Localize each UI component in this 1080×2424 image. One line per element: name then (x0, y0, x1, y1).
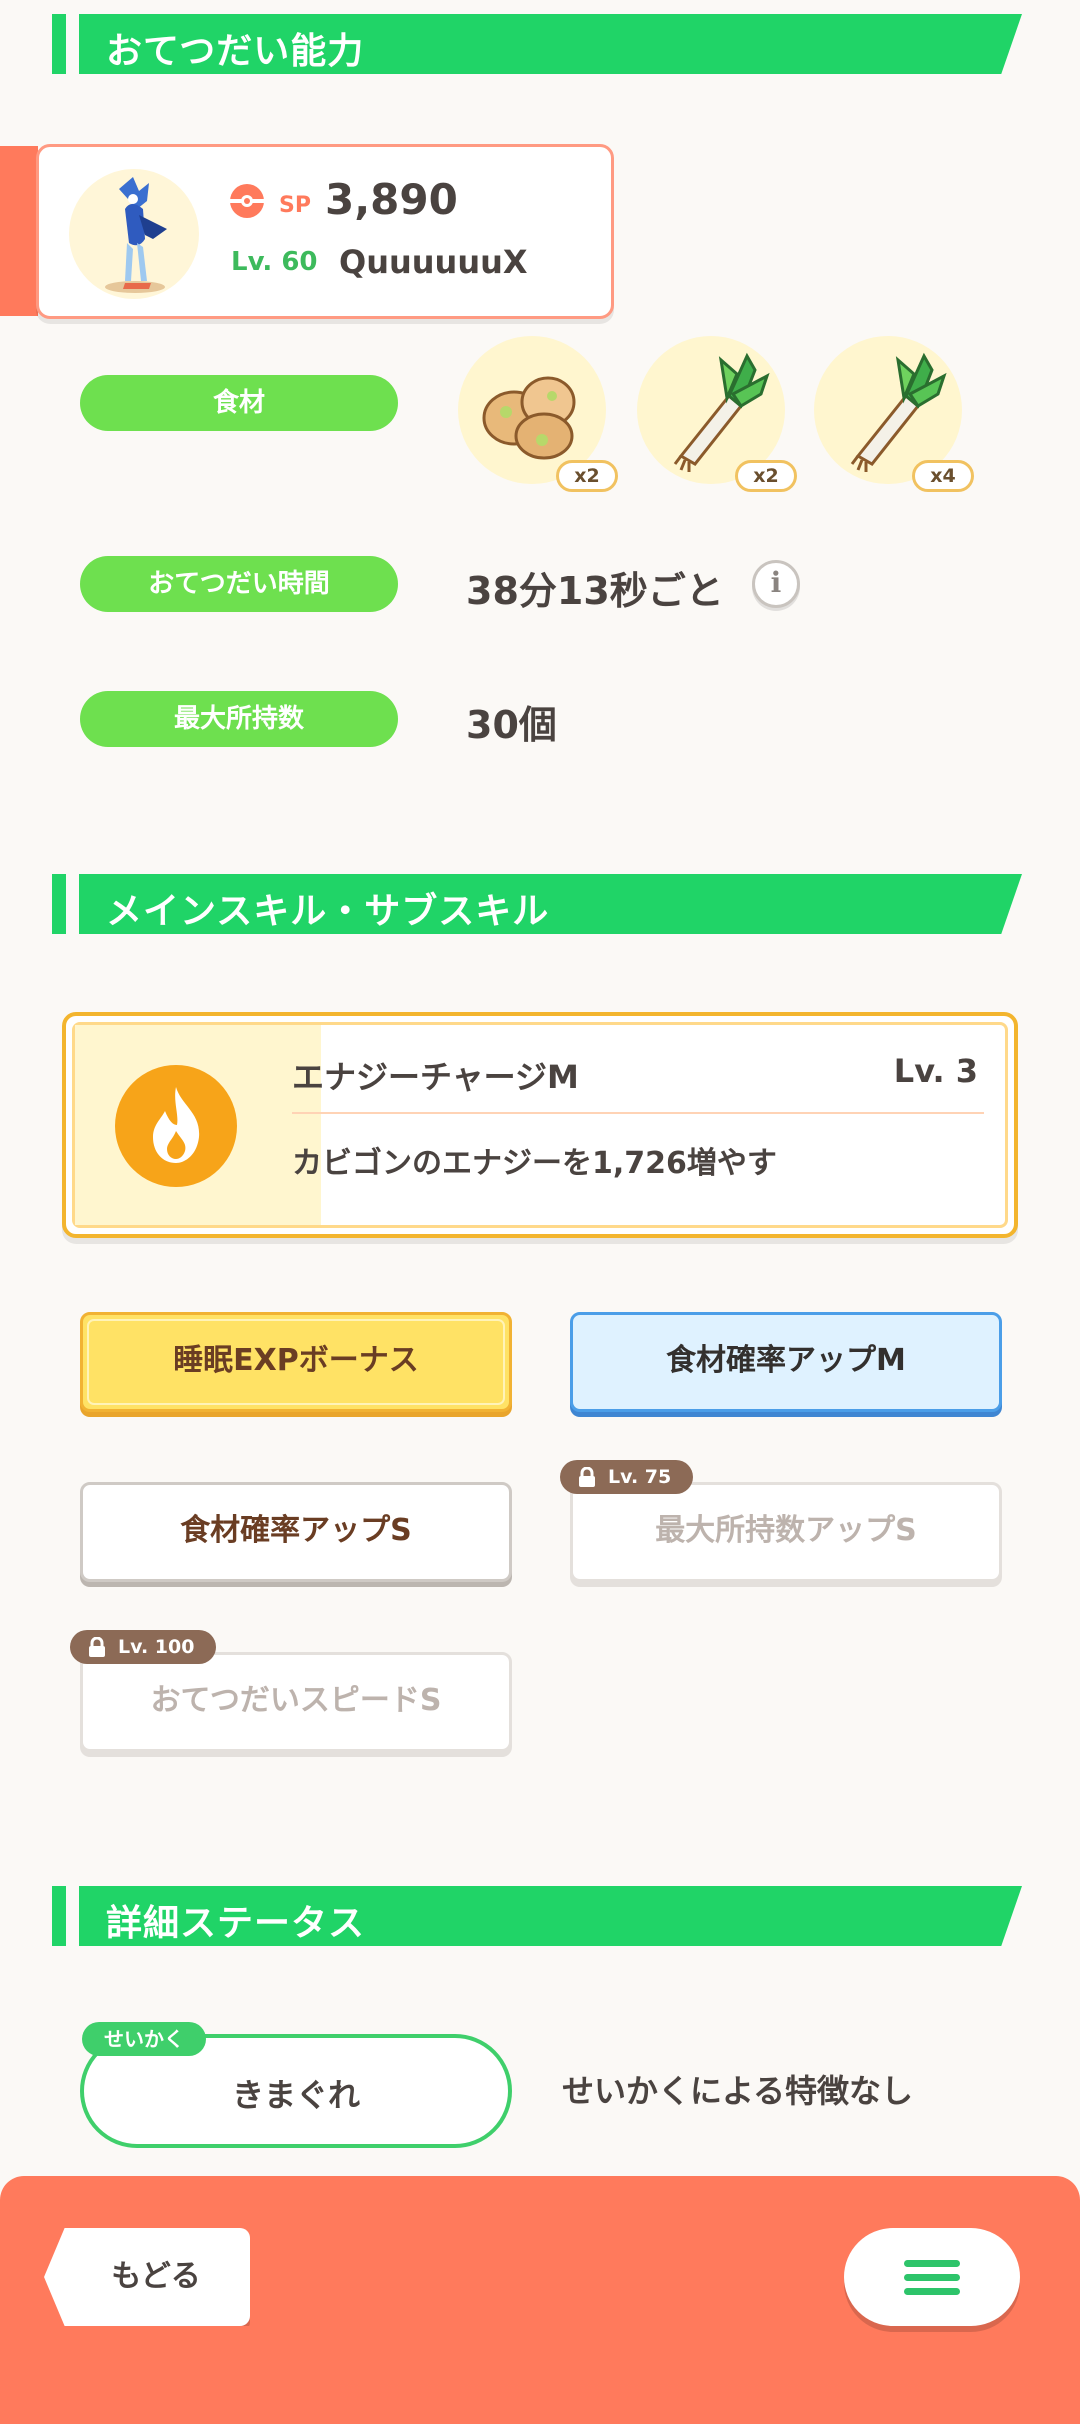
pokemon-nickname: QuuuuuuX (339, 243, 528, 281)
ingredients-label: 食材 (80, 375, 398, 431)
ingredient-leek[interactable]: x2 (637, 336, 797, 492)
lock-level-text: Lv. 75 (608, 1466, 672, 1488)
divider (292, 1112, 984, 1114)
sub-skill-ingredient-finder-s[interactable]: 食材確率アップS (80, 1482, 512, 1582)
main-skill-description: カビゴンのエナジーを1,726増やす (292, 1146, 777, 1181)
lock-icon (89, 1637, 105, 1657)
section-header-details: 詳細ステータス (52, 1886, 1022, 1946)
section-title: メインスキル・サブスキル (106, 891, 550, 932)
help-time-value: 38分13秒ごと (466, 569, 724, 613)
menu-button[interactable] (844, 2228, 1020, 2326)
help-time-label: おてつだい時間 (80, 556, 398, 612)
nature-tag: せいかく (82, 2022, 206, 2056)
section-title: 詳細ステータス (106, 1903, 366, 1944)
ingredient-count: x2 (556, 460, 618, 492)
max-carry-value: 30個 (466, 703, 557, 747)
info-icon[interactable]: i (752, 560, 800, 608)
nature-value: きまぐれ (231, 2076, 360, 2114)
sub-skill-label: おてつだいスピードS (150, 1683, 442, 1718)
ingredient-count: x4 (912, 460, 974, 492)
menu-icon (904, 2260, 960, 2267)
sub-skill-label: 睡眠EXPボーナス (173, 1343, 419, 1378)
sub-skill-label: 食材確率アップM (666, 1343, 906, 1378)
pokemon-level: Lv. 60 (231, 247, 318, 277)
ingredient-potato[interactable]: x2 (458, 336, 618, 492)
section-title: おてつだい能力 (106, 31, 365, 72)
sub-skill-ingredient-finder-m[interactable]: 食材確率アップM (570, 1312, 1002, 1412)
main-skill-card[interactable]: エナジーチャージM Lv. 3 カビゴンのエナジーを1,726増やす (62, 1012, 1018, 1238)
lock-level-tag: Lv. 100 (70, 1630, 217, 1664)
max-carry-label: 最大所持数 (80, 691, 398, 747)
lock-level-tag: Lv. 75 (560, 1460, 694, 1494)
main-skill-name: エナジーチャージM (292, 1058, 579, 1096)
back-button[interactable]: もどる (44, 2228, 250, 2326)
lock-level-text: Lv. 100 (118, 1636, 195, 1658)
nature-box[interactable]: せいかく きまぐれ (80, 2022, 512, 2148)
sub-skill-inventory-up-s[interactable]: 最大所持数アップS (570, 1482, 1002, 1582)
ingredient-leek[interactable]: x4 (814, 336, 974, 492)
pokemon-card[interactable]: SP 3,890 Lv. 60 QuuuuuuX (0, 144, 614, 319)
ingredient-count: x2 (735, 460, 797, 492)
bottom-bar: もどる (0, 2176, 1080, 2424)
pokeball-icon (230, 184, 264, 218)
pokemon-avatar (69, 169, 199, 299)
lock-icon (579, 1467, 595, 1487)
sub-skill-label: 食材確率アップS (180, 1513, 412, 1548)
main-skill-level: Lv. 3 (893, 1052, 978, 1090)
sp-label: SP (279, 193, 311, 218)
flame-icon (153, 1087, 200, 1163)
nature-description: せいかくによる特徴なし (562, 2072, 914, 2110)
sp-value: 3,890 (325, 175, 458, 224)
section-header-skills: メインスキル・サブスキル (52, 874, 1022, 934)
sub-skill-helping-speed-s[interactable]: おてつだいスピードS (80, 1652, 512, 1752)
section-header-help-ability: おてつだい能力 (52, 14, 1022, 74)
sub-skill-sleep-exp-bonus[interactable]: 睡眠EXPボーナス (80, 1312, 512, 1412)
sub-skill-label: 最大所持数アップS (655, 1513, 917, 1548)
